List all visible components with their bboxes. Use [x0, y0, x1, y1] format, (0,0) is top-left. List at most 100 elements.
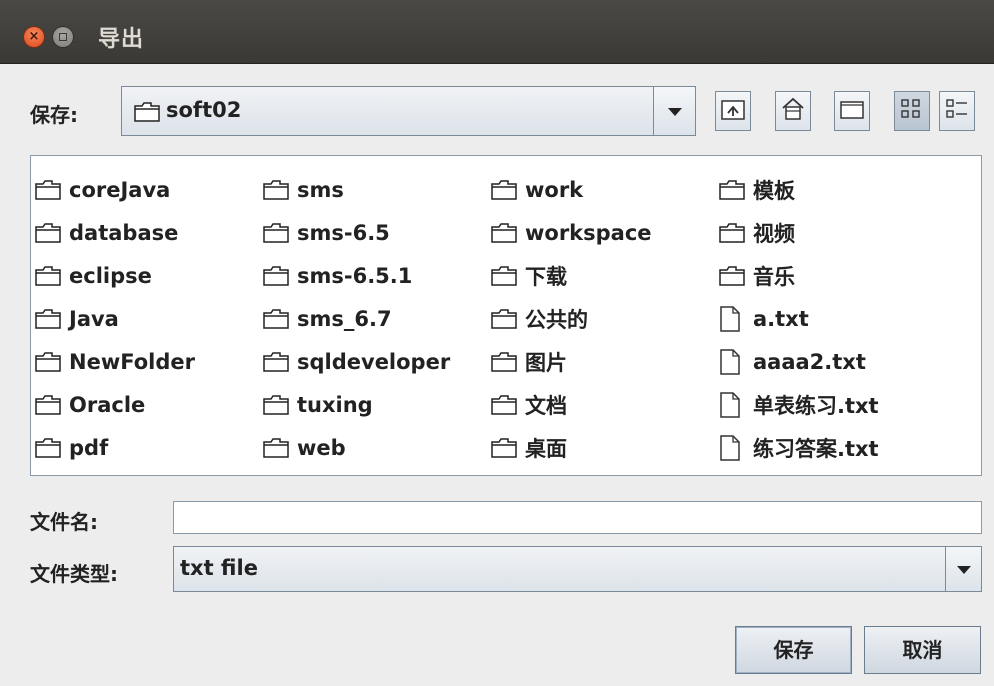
folder-icon — [263, 437, 297, 458]
file-name-text: sms — [297, 177, 344, 202]
home-icon — [781, 97, 805, 125]
folder-icon — [35, 179, 69, 200]
save-button[interactable]: 保存 — [735, 626, 852, 674]
file-name-text: tuxing — [297, 392, 373, 417]
folder-item[interactable]: Oracle — [35, 383, 195, 426]
folder-item[interactable]: 公共的 — [491, 297, 652, 340]
folder-icon — [35, 308, 69, 329]
file-type-label: 文件类型: — [30, 562, 118, 586]
file-name-text: a.txt — [753, 306, 809, 331]
file-name-text: 单表练习.txt — [753, 393, 879, 418]
file-list[interactable]: coreJava database eclipse Java NewFolder Orac… — [30, 155, 982, 476]
folder-item[interactable]: 视频 — [719, 211, 879, 254]
folder-item[interactable]: 模板 — [719, 168, 879, 211]
folder-icon — [263, 394, 297, 415]
up-one-level-button[interactable] — [715, 91, 751, 131]
folder-icon — [719, 265, 753, 286]
folder-icon — [719, 222, 753, 243]
file-name-text: 音乐 — [753, 264, 795, 289]
new-folder-icon — [840, 99, 864, 123]
folder-icon — [263, 265, 297, 286]
file-item[interactable]: aaaa2.txt — [719, 340, 879, 383]
file-icon — [719, 391, 753, 418]
file-name-text: coreJava — [69, 177, 171, 202]
file-name-text: eclipse — [69, 263, 152, 288]
cancel-button[interactable]: 取消 — [864, 626, 981, 674]
file-name-text: Oracle — [69, 392, 146, 417]
folder-item[interactable]: eclipse — [35, 254, 195, 297]
file-icon — [719, 434, 753, 461]
folder-icon — [35, 394, 69, 415]
home-button[interactable] — [775, 91, 811, 131]
folder-icon — [491, 222, 525, 243]
close-window-button[interactable]: × — [24, 27, 44, 47]
file-type-combobox[interactable]: txt file — [173, 546, 982, 592]
file-name-text: sms_6.7 — [297, 306, 392, 331]
file-name-text: Java — [69, 306, 119, 331]
folder-item[interactable]: sms-6.5 — [263, 211, 450, 254]
folder-icon — [263, 308, 297, 329]
details-view-icon — [945, 97, 969, 125]
file-name-text: aaaa2.txt — [753, 349, 866, 374]
folder-icon — [35, 265, 69, 286]
file-name-text: NewFolder — [69, 349, 195, 374]
file-name-text: database — [69, 220, 179, 245]
file-type-value: txt file — [180, 556, 258, 580]
file-name-text: 下载 — [525, 264, 567, 289]
folder-item[interactable]: pdf — [35, 426, 195, 469]
folder-item[interactable]: sms_6.7 — [263, 297, 450, 340]
folder-item[interactable]: sms-6.5.1 — [263, 254, 450, 297]
folder-icon — [491, 308, 525, 329]
file-name-text: sms-6.5.1 — [297, 263, 413, 288]
folder-item[interactable]: workspace — [491, 211, 652, 254]
folder-item[interactable]: work — [491, 168, 652, 211]
folder-item[interactable]: sms — [263, 168, 450, 211]
file-name-label: 文件名: — [30, 510, 98, 534]
folder-icon — [35, 437, 69, 458]
details-view-button[interactable] — [939, 91, 975, 131]
folder-item[interactable]: 图片 — [491, 340, 652, 383]
folder-item[interactable]: 下载 — [491, 254, 652, 297]
folder-item[interactable]: 文档 — [491, 383, 652, 426]
current-folder-text: soft02 — [166, 98, 242, 122]
folder-icon — [491, 351, 525, 372]
file-type-dropdown-arrow[interactable] — [945, 547, 981, 591]
folder-icon — [134, 102, 160, 126]
file-icon — [719, 305, 753, 332]
file-icon — [719, 348, 753, 375]
folder-item[interactable]: coreJava — [35, 168, 195, 211]
file-item[interactable]: 单表练习.txt — [719, 383, 879, 426]
file-list-column: sms sms-6.5 sms-6.5.1 sms_6.7 sqldeveloper tu… — [263, 168, 450, 469]
file-item[interactable]: 练习答案.txt — [719, 426, 879, 469]
folder-icon — [263, 222, 297, 243]
folder-item[interactable]: NewFolder — [35, 340, 195, 383]
folder-icon — [491, 394, 525, 415]
folder-item[interactable]: sqldeveloper — [263, 340, 450, 383]
folder-item[interactable]: 桌面 — [491, 426, 652, 469]
folder-item[interactable]: tuxing — [263, 383, 450, 426]
new-folder-button[interactable] — [834, 91, 870, 131]
folder-item[interactable]: Java — [35, 297, 195, 340]
file-name-text: pdf — [69, 435, 109, 460]
save-in-dropdown-arrow[interactable] — [653, 87, 695, 135]
file-name-input[interactable] — [173, 501, 982, 534]
folder-icon — [491, 179, 525, 200]
file-name-text: 文档 — [525, 393, 567, 418]
maximize-window-button[interactable] — [53, 27, 73, 47]
file-name-text: web — [297, 435, 346, 460]
folder-icon — [491, 437, 525, 458]
save-in-combobox[interactable]: soft02 — [121, 86, 696, 136]
file-item[interactable]: a.txt — [719, 297, 879, 340]
folder-item[interactable]: 音乐 — [719, 254, 879, 297]
file-list-column: work workspace 下载公共的 图片文档桌面 — [491, 168, 652, 469]
file-name-text: sms-6.5 — [297, 220, 390, 245]
folder-icon — [263, 179, 297, 200]
folder-icon — [263, 351, 297, 372]
list-view-button[interactable] — [894, 91, 930, 131]
folder-item[interactable]: web — [263, 426, 450, 469]
folder-icon — [35, 222, 69, 243]
file-name-text: sqldeveloper — [297, 349, 451, 374]
file-name-text: workspace — [525, 220, 652, 245]
file-list-column: 模板 视频音乐 a.txt aaaa2.txt 单表练习.txt 练习答案.txt — [719, 168, 879, 469]
folder-item[interactable]: database — [35, 211, 195, 254]
